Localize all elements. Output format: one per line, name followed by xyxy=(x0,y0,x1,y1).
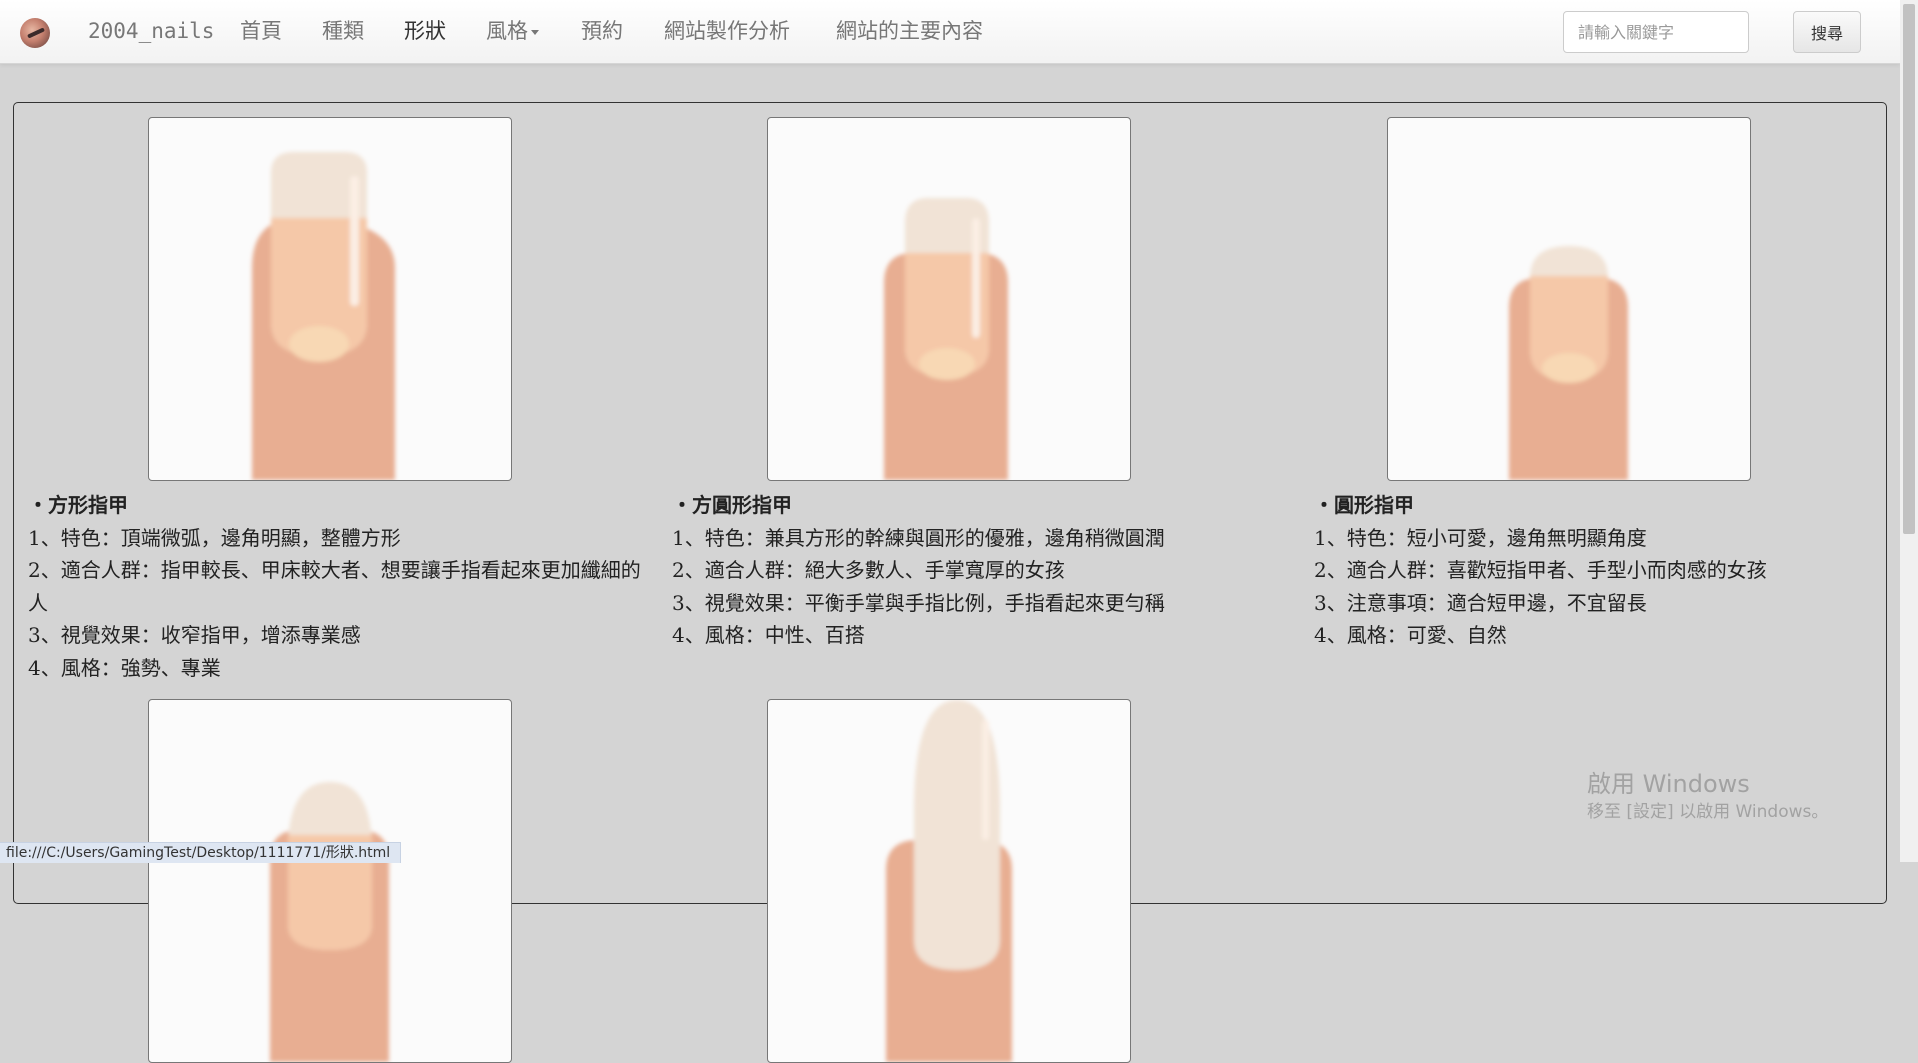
nail-shape-image-5 xyxy=(767,699,1131,1063)
square-nail-effect: 3、視覺效果：收窄指甲，增添專業感 xyxy=(28,623,361,647)
squoval-nail-feature: 1、特色：兼具方形的幹練與圓形的優雅，邊角稍微圓潤 xyxy=(672,525,1165,550)
caret-down-icon xyxy=(531,29,539,35)
square-nail-feature: 1、特色：頂端微弧，邊角明顯，整體方形 xyxy=(28,525,401,550)
squoval-nail-image xyxy=(767,117,1131,481)
squoval-nail-description: ・方圓形指甲 1、特色：兼具方形的幹練與圓形的優雅，邊角稍微圓潤 2、適合人群：… xyxy=(672,489,1292,652)
windows-activation-title: 啟用 Windows xyxy=(1587,770,1750,798)
nav-booking[interactable]: 預約 xyxy=(581,0,623,63)
round-nail-note: 3、注意事項：適合短甲邊，不宜留長 xyxy=(1314,590,1647,615)
nail-shape-image-4 xyxy=(148,699,512,1063)
square-nail-style: 4、風格：強勢、專業 xyxy=(28,655,221,680)
nav-style-label: 風格 xyxy=(486,19,528,43)
square-nail-title: ・方形指甲 xyxy=(28,493,128,517)
nav-shapes[interactable]: 形狀 xyxy=(404,0,446,63)
windows-activation-subtitle: 移至 [設定] 以啟用 Windows。 xyxy=(1587,802,1829,822)
square-nail-description: ・方形指甲 1、特色：頂端微弧，邊角明顯，整體方形 2、適合人群：指甲較長、甲床… xyxy=(28,489,648,684)
search-input[interactable] xyxy=(1563,11,1749,53)
scrollbar-thumb[interactable] xyxy=(1903,4,1915,534)
round-nail-style: 4、風格：可愛、自然 xyxy=(1314,623,1507,647)
round-nail-description: ・圓形指甲 1、特色：短小可愛，邊角無明顯角度 2、適合人群：喜歡短指甲者、手型… xyxy=(1314,489,1918,652)
nav-home[interactable]: 首頁 xyxy=(240,0,282,63)
brand-link[interactable]: 2004_nails xyxy=(88,0,214,63)
status-bar-url: file:///C:/Users/GamingTest/Desktop/1111… xyxy=(0,842,402,863)
squoval-nail-suitable: 2、適合人群：絕大多數人、手掌寬厚的女孩 xyxy=(672,558,1065,582)
nav-site-analysis[interactable]: 網站製作分析 xyxy=(664,0,790,63)
squoval-nail-style: 4、風格：中性、百搭 xyxy=(672,623,865,647)
square-nail-suitable: 2、適合人群：指甲較長、甲床較大者、想要讓手指看起來更加纖細的人 xyxy=(28,558,641,615)
round-nail-title: ・圓形指甲 xyxy=(1314,493,1414,517)
navbar: 2004_nails 首頁 種類 形狀 風格 預約 網站製作分析 網站的主要內容… xyxy=(0,0,1900,64)
search-button[interactable]: 搜尋 xyxy=(1793,11,1861,53)
squoval-nail-effect: 3、視覺效果：平衡手掌與手指比例，手指看起來更勻稱 xyxy=(672,590,1165,615)
nav-style-dropdown[interactable]: 風格 xyxy=(486,0,539,63)
round-nail-suitable: 2、適合人群：喜歡短指甲者、手型小而肉感的女孩 xyxy=(1314,558,1767,582)
nav-site-content[interactable]: 網站的主要內容 xyxy=(836,0,983,63)
square-nail-image xyxy=(148,117,512,481)
squoval-nail-title: ・方圓形指甲 xyxy=(672,493,792,517)
round-nail-feature: 1、特色：短小可愛，邊角無明顯角度 xyxy=(1314,525,1647,550)
nav-types[interactable]: 種類 xyxy=(322,0,364,63)
site-logo[interactable] xyxy=(20,18,50,48)
round-nail-image xyxy=(1387,117,1751,481)
vertical-scrollbar[interactable] xyxy=(1900,0,1918,862)
